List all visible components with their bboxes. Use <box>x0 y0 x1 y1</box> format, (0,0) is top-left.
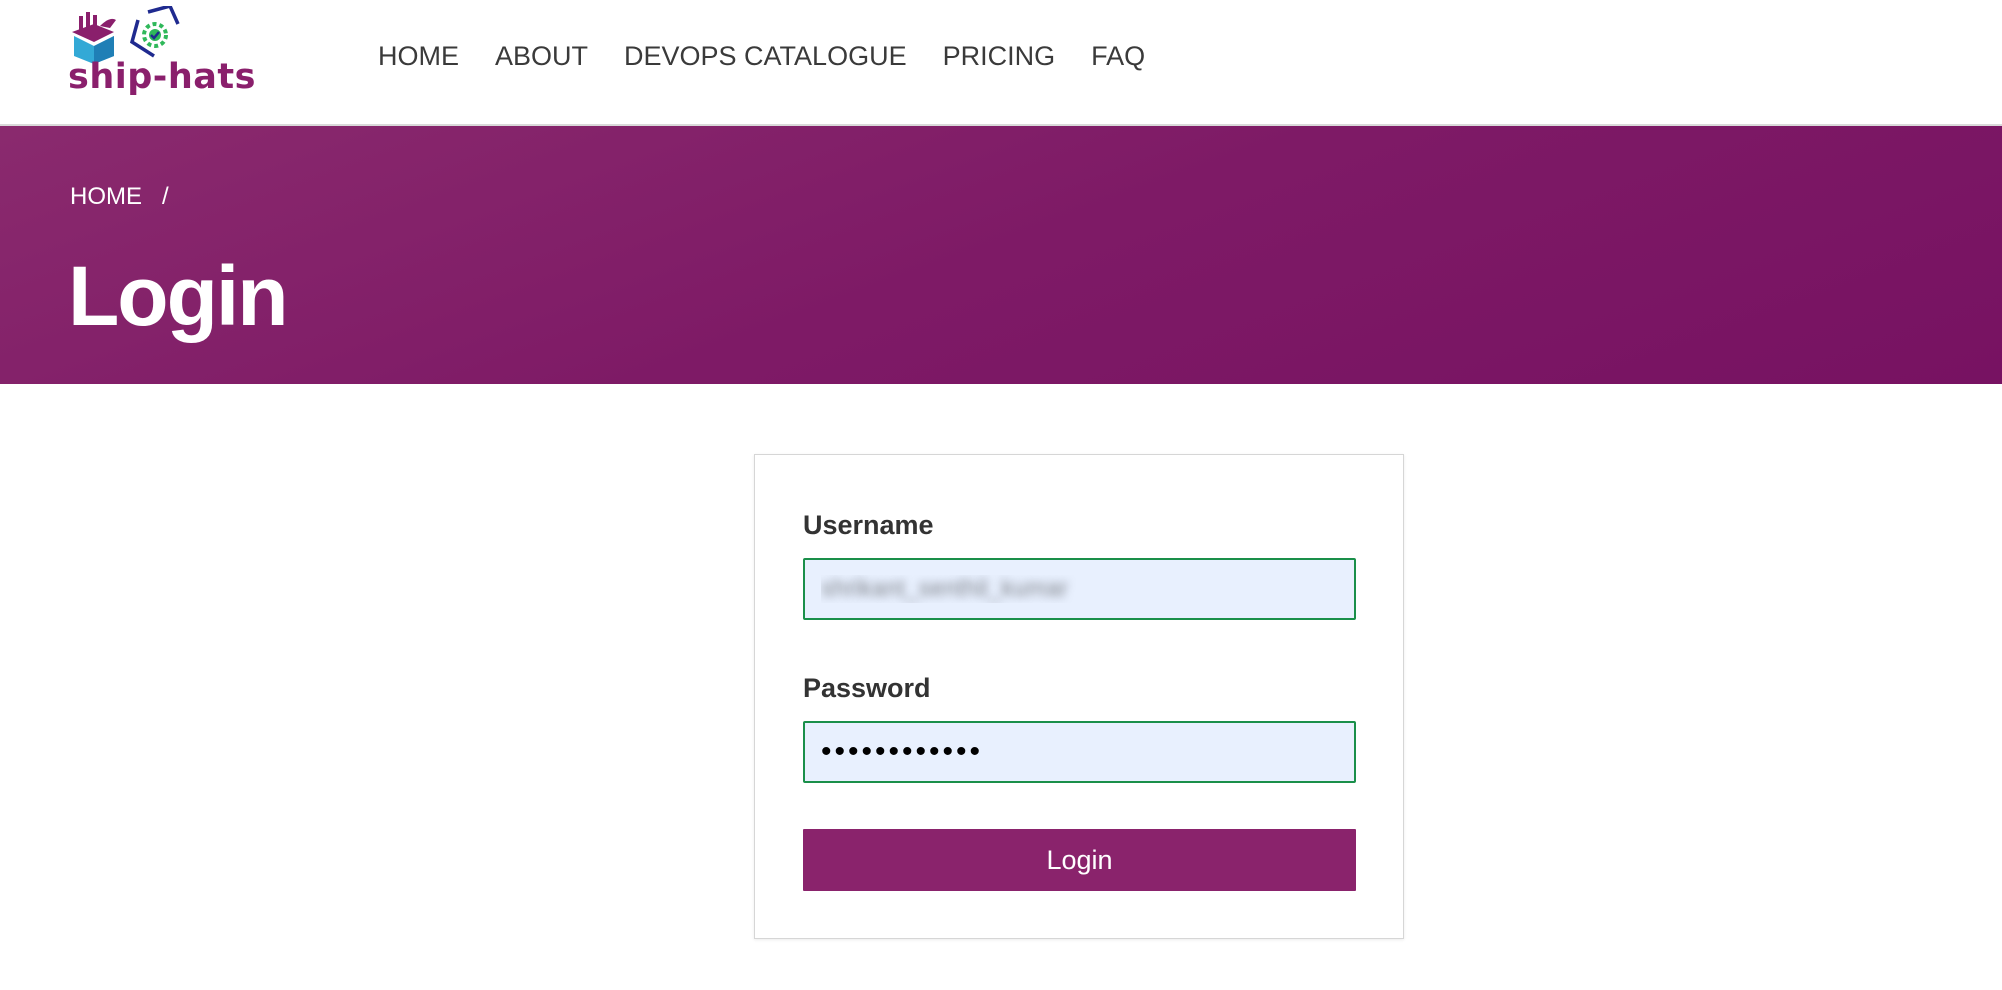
nav-home-link[interactable]: HOME <box>378 38 459 74</box>
logo-wordmark: ship-hats <box>68 57 256 97</box>
page-title: Login <box>68 249 289 343</box>
nav-devops-catalogue-link[interactable]: DEVOPS CATALOGUE <box>624 38 907 74</box>
ship-hats-logo-icon <box>72 6 180 64</box>
password-label: Password <box>803 673 931 703</box>
nav-pricing-link[interactable]: PRICING <box>943 38 1056 74</box>
page-banner: HOME / Login <box>0 126 2002 384</box>
main-nav: HOME ABOUT DEVOPS CATALOGUE PRICING FAQ <box>378 38 1145 74</box>
site-logo[interactable]: ship-hats <box>68 6 310 106</box>
login-form: Username Password Login <box>754 454 1404 939</box>
breadcrumb: HOME / <box>70 182 169 212</box>
password-input[interactable] <box>803 721 1356 783</box>
breadcrumb-separator: / <box>162 183 169 210</box>
username-label: Username <box>803 510 934 540</box>
nav-about-link[interactable]: ABOUT <box>495 38 588 74</box>
login-button[interactable]: Login <box>803 829 1356 891</box>
username-input[interactable] <box>803 558 1356 620</box>
nav-faq-link[interactable]: FAQ <box>1091 38 1145 74</box>
site-header: ship-hats HOME ABOUT DEVOPS CATALOGUE PR… <box>0 0 2002 126</box>
breadcrumb-home-link[interactable]: HOME <box>70 182 142 212</box>
